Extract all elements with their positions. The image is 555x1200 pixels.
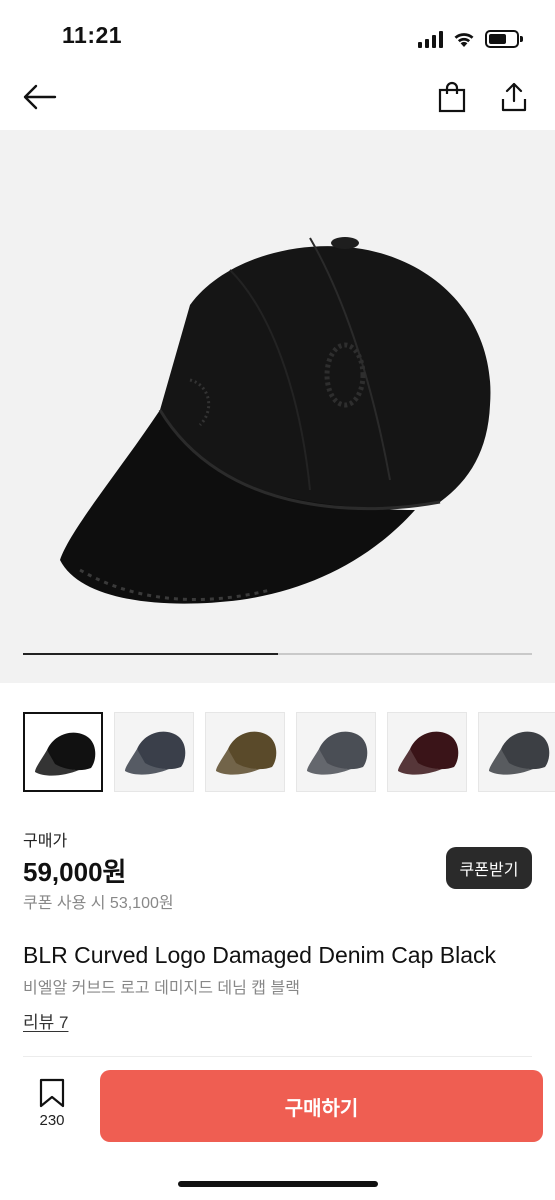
bookmark-button[interactable]: 230 <box>28 1078 76 1134</box>
product-image <box>60 237 491 604</box>
thumbnail-burgundy-cap[interactable] <box>387 712 467 792</box>
cap-thumbnail-image <box>35 732 96 776</box>
thumbnail-brown-camo-cap[interactable] <box>205 712 285 792</box>
thumbnail-strip <box>23 712 555 792</box>
top-nav <box>0 68 555 128</box>
status-icons <box>418 26 523 48</box>
bookmark-icon <box>39 1078 65 1108</box>
divider <box>23 1056 532 1057</box>
bookmark-count: 230 <box>39 1112 65 1129</box>
thumbnail-black-cap[interactable] <box>23 712 103 792</box>
price-amount: 59,000원 <box>23 857 127 887</box>
cap-thumbnail-image <box>307 731 368 775</box>
status-time: 11:21 <box>62 22 123 48</box>
battery-icon <box>485 30 523 48</box>
product-detail-page: 11:21 구매가 59,000원 쿠폰 사용 시 53,100원 쿠폰받기 B… <box>0 0 555 1200</box>
get-coupon-button[interactable]: 쿠폰받기 <box>446 847 532 889</box>
share-icon <box>501 82 527 112</box>
shopping-bag-icon <box>438 81 466 113</box>
thumbnail-denim-patch-cap[interactable] <box>114 712 194 792</box>
thumbnail-charcoal-cap[interactable] <box>478 712 555 792</box>
review-link[interactable]: 리뷰 7 <box>23 1008 68 1033</box>
share-button[interactable] <box>492 75 536 119</box>
product-title: BLR Curved Logo Damaged Denim Cap Black <box>23 942 497 968</box>
product-image-carousel[interactable] <box>0 130 555 683</box>
back-button[interactable] <box>18 75 62 119</box>
carousel-progress-track <box>23 653 532 655</box>
carousel-progress-fill <box>23 653 278 655</box>
wifi-icon <box>454 33 474 47</box>
status-bar: 11:21 <box>0 0 555 68</box>
product-subtitle: 비엘알 커브드 로고 데미지드 데님 캡 블랙 <box>23 980 300 997</box>
home-indicator <box>178 1181 378 1187</box>
cap-thumbnail-image <box>125 731 186 775</box>
coupon-price: 쿠폰 사용 시 53,100원 <box>23 895 174 912</box>
buy-button[interactable]: 구매하기 <box>100 1070 543 1142</box>
cap-thumbnail-image <box>398 731 459 775</box>
cap-thumbnail-image <box>489 731 550 775</box>
cap-thumbnail-image <box>216 731 277 775</box>
thumbnail-gray-denim-cap[interactable] <box>296 712 376 792</box>
arrow-left-icon <box>23 84 57 110</box>
price-label: 구매가 <box>23 833 68 850</box>
cellular-signal-icon <box>418 30 443 48</box>
shopping-bag-button[interactable] <box>430 75 474 119</box>
